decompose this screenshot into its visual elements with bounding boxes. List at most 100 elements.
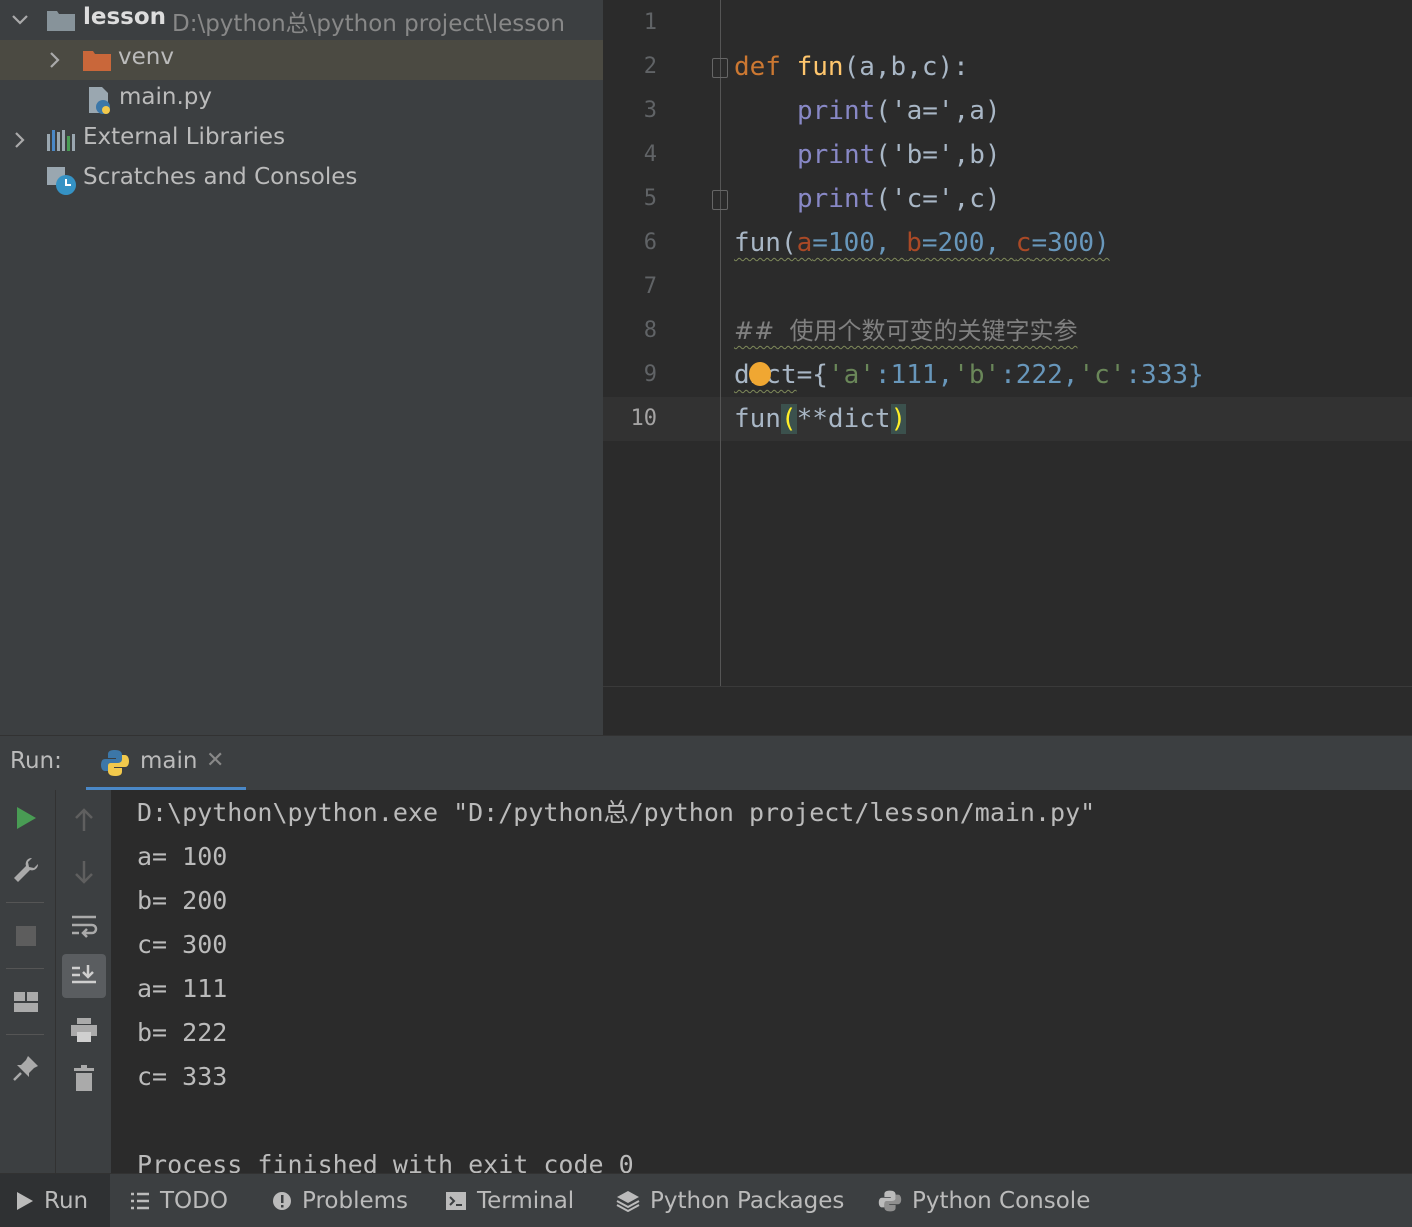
fold-start-icon[interactable]: [712, 58, 728, 78]
kwarg-b: b: [906, 228, 922, 258]
dict-key-a: 'a': [827, 360, 875, 390]
terminal-icon: [445, 1191, 467, 1211]
separator: [6, 902, 44, 903]
chevron-down-icon[interactable]: [10, 10, 30, 30]
intention-bulb-icon[interactable]: [749, 362, 771, 386]
tree-root-path: D:\python总\python project\lesson: [172, 11, 565, 37]
bottom-tab-todo-label: TODO: [160, 1187, 228, 1214]
console-line: b= 200: [137, 886, 228, 915]
params: (a,b,c):: [843, 52, 969, 82]
run-tab-label: main: [140, 748, 198, 774]
chevron-right-icon[interactable]: [10, 130, 30, 150]
tool-window-bar: Run TODO Problems Terminal Python Packag…: [0, 1173, 1412, 1227]
list-icon: [130, 1192, 150, 1210]
run-label: Run:: [10, 748, 62, 774]
tree-item-scratches[interactable]: Scratches and Consoles: [0, 160, 603, 200]
print-args: ('b=',b): [875, 140, 1001, 170]
library-icon: [46, 128, 76, 158]
call-fun: fun(: [734, 228, 797, 258]
kwargs-arg: **dict: [796, 404, 891, 434]
kwarg-a-value: =100,: [812, 228, 907, 258]
layers-icon: [616, 1190, 640, 1212]
line-number: 6: [643, 230, 657, 255]
pin-icon[interactable]: [4, 1046, 48, 1090]
bottom-tab-terminal[interactable]: Terminal: [445, 1174, 574, 1227]
bottom-tab-problems-label: Problems: [302, 1187, 409, 1214]
builtin-print: print: [797, 140, 876, 170]
console-line: D:\python\python.exe "D:/python总/python …: [137, 798, 1096, 827]
console-output[interactable]: D:\python\python.exe "D:/python总/python …: [111, 790, 1412, 1173]
tree-scratches-label: Scratches and Consoles: [83, 164, 358, 190]
bottom-tab-problems[interactable]: Problems: [272, 1174, 408, 1227]
soft-wrap-icon[interactable]: [62, 904, 106, 948]
bottom-tab-python-console-label: Python Console: [912, 1187, 1091, 1214]
dict-key-b: 'b': [953, 360, 1001, 390]
code-line-3: print('a=',a): [797, 89, 1001, 133]
bottom-tab-run[interactable]: Run: [0, 1174, 110, 1227]
tree-root-label: lesson: [83, 4, 167, 30]
scratches-icon: [46, 166, 78, 202]
stop-icon[interactable]: [4, 914, 48, 958]
python-file-icon: [86, 86, 114, 122]
tree-item-venv[interactable]: venv: [0, 40, 603, 80]
line-number: 8: [643, 318, 657, 343]
line-number: 5: [643, 186, 657, 211]
kwarg-a: a: [796, 228, 813, 258]
editor-bottom-border: [603, 686, 1412, 687]
dict-open: ={: [796, 360, 828, 390]
function-name: fun: [796, 52, 844, 82]
layout-icon[interactable]: [4, 980, 48, 1024]
line-number: 7: [643, 274, 657, 299]
dict-val-b: :222,: [1000, 360, 1079, 390]
wrench-icon[interactable]: [4, 848, 48, 892]
code-line-8-comment: ## 使用个数可变的关键字实参: [734, 317, 1078, 345]
python-icon: [100, 748, 130, 782]
gutter-divider: [720, 0, 721, 686]
tree-main-label: main.py: [119, 84, 212, 110]
dict-val-a: :111,: [874, 360, 954, 390]
bottom-tab-run-label: Run: [44, 1187, 89, 1214]
tree-item-external-libraries[interactable]: External Libraries: [0, 120, 603, 160]
kwarg-c-value: =300): [1031, 228, 1110, 258]
line-number: 9: [643, 362, 657, 387]
tree-external-libraries-label: External Libraries: [83, 124, 286, 150]
console-line: c= 333: [137, 1062, 228, 1091]
console-line: a= 111: [137, 974, 228, 1003]
paren-close: ): [890, 404, 907, 434]
console-line: b= 222: [137, 1018, 228, 1047]
paren-open: (: [780, 404, 797, 434]
close-icon[interactable]: ✕: [206, 748, 224, 773]
bottom-tab-todo[interactable]: TODO: [130, 1174, 228, 1227]
print-icon[interactable]: [62, 1008, 106, 1052]
trash-icon[interactable]: [62, 1056, 106, 1100]
tree-item-lesson[interactable]: lesson D:\python总\python project\lesson: [0, 0, 603, 40]
bottom-tab-python-packages[interactable]: Python Packages: [616, 1174, 844, 1227]
kwarg-c: c: [1015, 228, 1032, 258]
print-args: ('c=',c): [875, 184, 1001, 214]
scroll-to-end-icon[interactable]: [62, 954, 106, 998]
code-line-10: fun(**dict): [734, 397, 907, 441]
chevron-right-icon[interactable]: [45, 50, 65, 70]
dict-key-c: 'c': [1078, 360, 1126, 390]
code-line-4: print('b=',b): [797, 133, 1001, 177]
python-icon: [878, 1189, 902, 1213]
play-icon[interactable]: [4, 796, 48, 840]
arrow-down-icon[interactable]: [62, 850, 106, 894]
bottom-tab-python-packages-label: Python Packages: [650, 1187, 845, 1214]
bottom-tab-python-console[interactable]: Python Console: [878, 1174, 1090, 1227]
tree-item-main-py[interactable]: main.py: [0, 80, 603, 120]
fold-end-icon[interactable]: [712, 190, 728, 210]
folder-icon: [82, 48, 112, 78]
console-line: c= 300: [137, 930, 228, 959]
call-fun: fun: [734, 404, 781, 434]
problems-icon: [272, 1191, 292, 1211]
current-line-highlight: [603, 397, 1412, 441]
line-number-current: 10: [630, 406, 658, 431]
code-line-6: fun(a=100, b=200, c=300): [734, 221, 1110, 265]
run-toolbar: Run: main ✕: [0, 735, 1412, 790]
bottom-tab-terminal-label: Terminal: [477, 1187, 575, 1214]
run-actions-toolbar: [0, 790, 55, 1173]
arrow-up-icon[interactable]: [62, 798, 106, 842]
run-tab-main[interactable]: main ✕: [86, 736, 246, 790]
kwarg-b-value: =200,: [921, 228, 1016, 258]
